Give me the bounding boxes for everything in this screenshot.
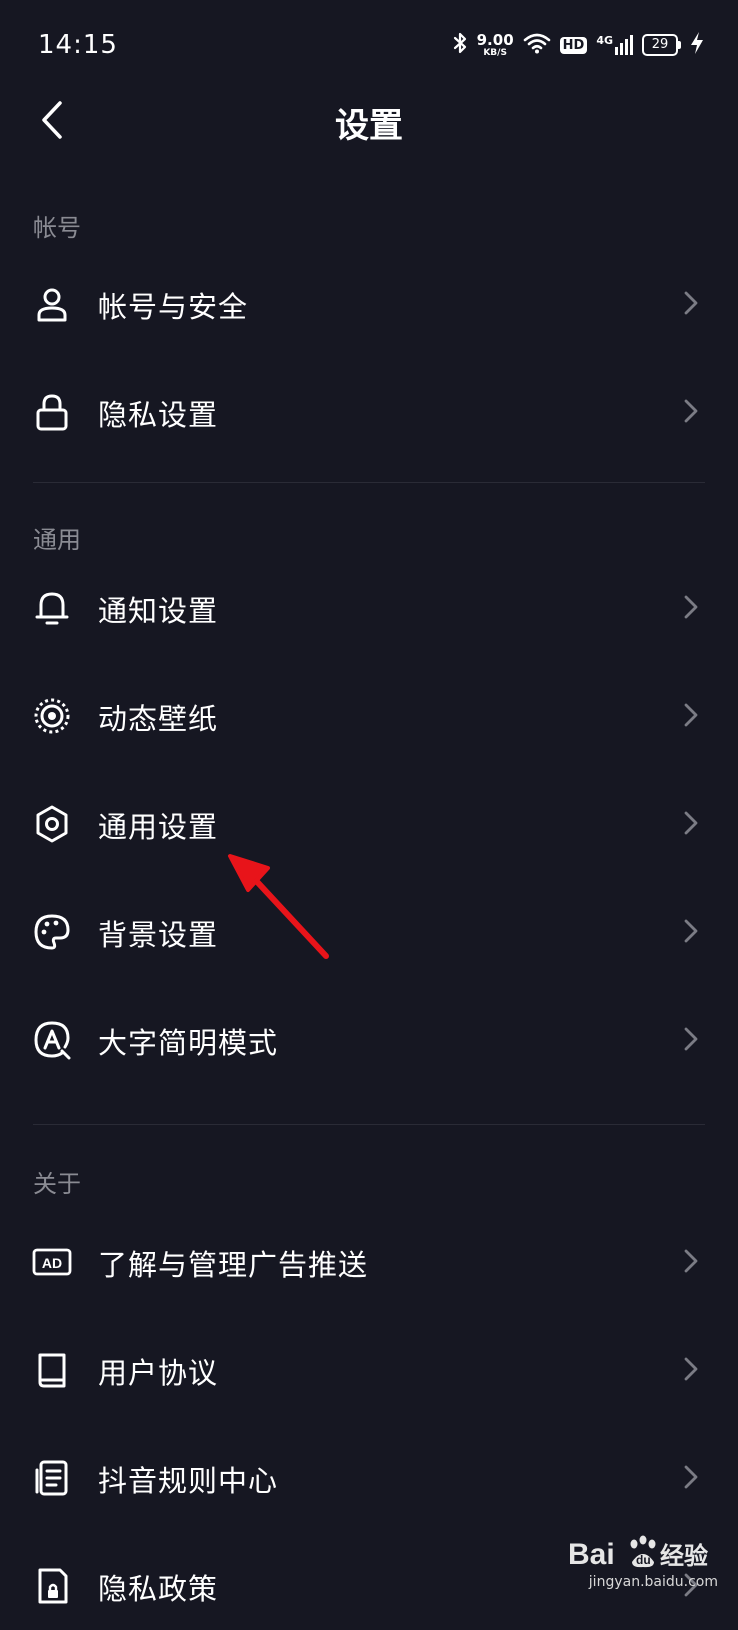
gear-icon [32, 804, 72, 844]
row-label: 隐私设置 [98, 398, 219, 432]
rules-icon [32, 1458, 72, 1498]
wifi-icon [523, 32, 551, 58]
book-icon [32, 1350, 72, 1390]
svg-text:du: du [636, 1553, 651, 1567]
status-time: 14:15 [38, 30, 118, 60]
section-header-account: 帐号 [33, 214, 81, 242]
lock-icon [32, 392, 72, 432]
row-large-font-mode[interactable]: 大字简明模式 [0, 994, 738, 1084]
row-label: 通用设置 [98, 810, 219, 844]
chevron-right-icon [682, 290, 700, 316]
row-label: 大字简明模式 [98, 1026, 279, 1060]
page-title: 设置 [335, 106, 403, 146]
section-divider [33, 1124, 705, 1125]
section-header-general: 通用 [33, 526, 81, 554]
row-label: 隐私政策 [98, 1572, 219, 1606]
battery-level: 29 [642, 34, 678, 56]
row-label: 通知设置 [98, 594, 219, 628]
chevron-right-icon [682, 1356, 700, 1382]
row-label: 动态壁纸 [98, 702, 219, 736]
row-label: 帐号与安全 [98, 290, 249, 324]
row-account-security[interactable]: 帐号与安全 [0, 258, 738, 348]
row-background-settings[interactable]: 背景设置 [0, 886, 738, 976]
nav-bar: 设置 [0, 90, 738, 150]
bell-icon [32, 588, 72, 628]
charging-icon [690, 31, 704, 59]
privacy-policy-icon [32, 1566, 72, 1606]
row-ad-management[interactable]: AD 了解与管理广告推送 [0, 1216, 738, 1306]
svg-text:AD: AD [42, 1255, 62, 1271]
section-divider [33, 482, 705, 483]
row-general-settings[interactable]: 通用设置 [0, 778, 738, 868]
baidu-logo-icon: Bai du 经验 [568, 1535, 708, 1571]
chevron-right-icon [682, 1026, 700, 1052]
chevron-right-icon [682, 810, 700, 836]
large-font-icon [32, 1020, 72, 1060]
chevron-right-icon [682, 1248, 700, 1274]
row-user-agreement[interactable]: 用户协议 [0, 1324, 738, 1414]
network-speed: 9.00 KB/S [476, 30, 514, 58]
row-privacy-settings[interactable]: 隐私设置 [0, 366, 738, 456]
row-notification-settings[interactable]: 通知设置 [0, 562, 738, 652]
row-label: 用户协议 [98, 1356, 219, 1390]
ad-icon: AD [32, 1242, 72, 1282]
section-header-about: 关于 [33, 1170, 81, 1198]
network-speed-value: 9.00 [476, 30, 514, 49]
bluetooth-icon [452, 31, 468, 59]
battery-icon: 29 [642, 34, 681, 56]
network-speed-unit: KB/S [483, 47, 507, 58]
wallpaper-icon [32, 696, 72, 736]
cell-signal-icon: 4G [596, 35, 633, 55]
network-type: 4G [596, 34, 613, 47]
svg-text:Bai: Bai [568, 1538, 615, 1571]
row-label: 抖音规则中心 [98, 1464, 279, 1498]
row-rules-center[interactable]: 抖音规则中心 [0, 1432, 738, 1522]
user-icon [32, 284, 72, 324]
chevron-right-icon [682, 594, 700, 620]
row-label: 背景设置 [98, 918, 219, 952]
svg-text:经验: 经验 [660, 1542, 708, 1570]
baidu-watermark: Bai du 经验 jingyan.baidu.com [568, 1532, 718, 1590]
watermark-url: jingyan.baidu.com [588, 1574, 718, 1590]
chevron-right-icon [682, 702, 700, 728]
status-bar: 14:15 9.00 KB/S HD 4G 29 [0, 0, 738, 90]
hd-badge: HD [559, 36, 588, 54]
chevron-right-icon [682, 1464, 700, 1490]
chevron-right-icon [682, 398, 700, 424]
status-icons: 9.00 KB/S HD 4G 29 [452, 30, 704, 60]
row-label: 了解与管理广告推送 [98, 1248, 369, 1282]
palette-icon [32, 912, 72, 952]
row-live-wallpaper[interactable]: 动态壁纸 [0, 670, 738, 760]
chevron-right-icon [682, 918, 700, 944]
